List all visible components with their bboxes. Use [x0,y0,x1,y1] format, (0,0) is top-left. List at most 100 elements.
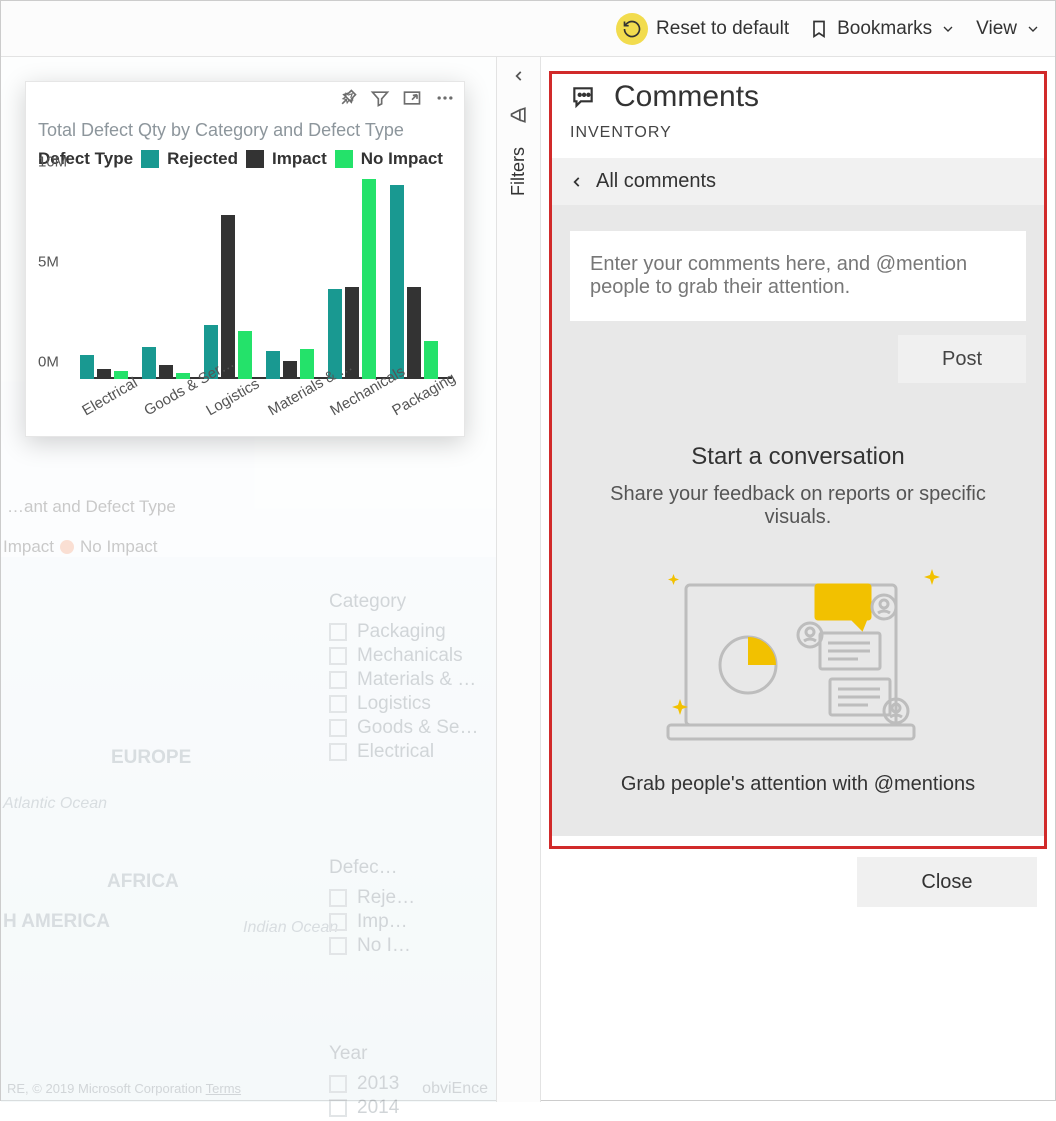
bookmarks-label: Bookmarks [837,18,932,40]
slicer-item[interactable]: Imp… [329,911,497,933]
legend-swatch-icon [335,150,353,168]
chart-card[interactable]: Total Defect Qty by Category and Defect … [25,81,465,437]
map-label: Indian Ocean [243,919,338,937]
comments-pane: Comments INVENTORY All comments Enter yo… [540,57,1055,1102]
slicer-item[interactable]: 2014 [329,1097,497,1119]
chart-x-axis: ElectricalGoods & Ser…LogisticsMaterials… [80,383,452,400]
reset-label: Reset to default [656,18,789,40]
filters-rail[interactable]: Filters [496,57,540,1102]
slicer-item-label: Goods & Se… [357,717,478,739]
slicer-item[interactable]: Mechanicals [329,645,497,667]
checkbox-icon [329,913,347,931]
checkbox-icon [329,671,347,689]
comments-thread: Enter your comments here, and @mention p… [552,205,1044,836]
slicer-item-label: 2014 [357,1097,399,1119]
slicer-item[interactable]: Packaging [329,621,497,643]
pin-icon[interactable] [338,88,358,108]
map-label: EUROPE [111,747,191,769]
bar[interactable] [407,287,421,379]
empty-body: Share your feedback on reports or specif… [594,483,1002,529]
bookmark-icon [809,17,829,41]
bar[interactable] [142,347,156,379]
filters-label: Filters [508,147,529,196]
legend-swatch-icon [246,150,264,168]
bar[interactable] [283,361,297,379]
slicer-item-label: Mechanicals [357,645,463,667]
defect-slicer[interactable]: Defec… Reje…Imp…No I… [329,857,497,959]
report-canvas[interactable]: …ant and Defect Type Impact No Impact EU… [1,57,496,1102]
legend-item-label: Impact [3,537,54,557]
chart-plot-area: 0M5M10M [80,179,452,379]
conversation-illustration-icon [638,555,958,755]
checkbox-icon [329,889,347,907]
comment-compose-input[interactable]: Enter your comments here, and @mention p… [570,231,1026,321]
bg-chart-title: …ant and Defect Type [7,497,176,517]
bar[interactable] [362,179,376,379]
slicer-item[interactable]: Electrical [329,741,497,763]
legend-item-label: No Impact [361,149,443,169]
map-credit: RE, © 2019 Microsoft Corporation Terms [7,1081,241,1096]
chevron-left-icon [570,175,584,189]
top-toolbar: Reset to default Bookmarks View [1,1,1055,57]
post-button[interactable]: Post [898,335,1026,383]
checkbox-icon [329,743,347,761]
comments-subhead: INVENTORY [552,124,1044,158]
slicer-item-label: Electrical [357,741,434,763]
checkbox-icon [329,1075,347,1093]
slicer-item[interactable]: No I… [329,935,497,957]
bar[interactable] [159,365,173,379]
slicer-title: Year [329,1043,497,1065]
close-button[interactable]: Close [857,857,1037,907]
bar[interactable] [390,185,404,379]
comments-icon [570,84,596,110]
slicer-title: Category [329,591,497,613]
terms-link[interactable]: Terms [206,1081,241,1096]
map-label: Atlantic Ocean [3,795,107,813]
slicer-item-label: Logistics [357,693,431,715]
slicer-item-label: Reje… [357,887,415,909]
bar[interactable] [80,355,94,379]
chevron-down-icon [1025,21,1041,37]
slicer-item-label: Materials & … [357,669,476,691]
bar[interactable] [266,351,280,379]
checkbox-icon [329,647,347,665]
legend-item-label: Impact [272,149,327,169]
checkbox-icon [329,695,347,713]
checkbox-icon [329,623,347,641]
more-options-icon[interactable] [434,88,456,108]
checkbox-icon [329,719,347,737]
checkbox-icon [329,1099,347,1117]
obvience-label: obviEnce [422,1080,488,1098]
collapse-icon[interactable] [512,69,526,83]
chart-legend: Defect Type Rejected Impact No Impact [38,149,452,169]
bar[interactable] [300,349,314,379]
megaphone-icon[interactable] [509,105,529,125]
comments-title: Comments [614,80,759,114]
slicer-item[interactable]: Goods & Se… [329,717,497,739]
bookmarks-menu[interactable]: Bookmarks [809,17,956,41]
slicer-item-label: 2013 [357,1073,399,1095]
mentions-tagline: Grab people's attention with @mentions [594,773,1002,796]
back-to-all-comments[interactable]: All comments [552,158,1044,205]
empty-state: Start a conversation Share your feedback… [570,383,1026,816]
filter-icon[interactable] [370,88,390,108]
reset-to-default-button[interactable]: Reset to default [616,13,789,45]
view-menu[interactable]: View [976,18,1041,40]
bar[interactable] [424,341,438,379]
bar[interactable] [238,331,252,379]
slicer-item-label: Packaging [357,621,446,643]
slicer-item[interactable]: Logistics [329,693,497,715]
category-slicer[interactable]: Category PackagingMechanicalsMaterials &… [329,591,497,765]
slicer-item[interactable]: Materials & … [329,669,497,691]
x-tick-label: Electrical [79,377,136,420]
reset-icon [616,13,648,45]
legend-item-label: Rejected [167,149,238,169]
map-label: H AMERICA [3,911,110,933]
slicer-item[interactable]: Reje… [329,887,497,909]
slicer-item-label: No I… [357,935,411,957]
chevron-down-icon [940,21,956,37]
focus-mode-icon[interactable] [402,88,422,108]
bar[interactable] [97,369,111,379]
comments-highlight: Comments INVENTORY All comments Enter yo… [549,71,1047,849]
view-label: View [976,18,1017,40]
